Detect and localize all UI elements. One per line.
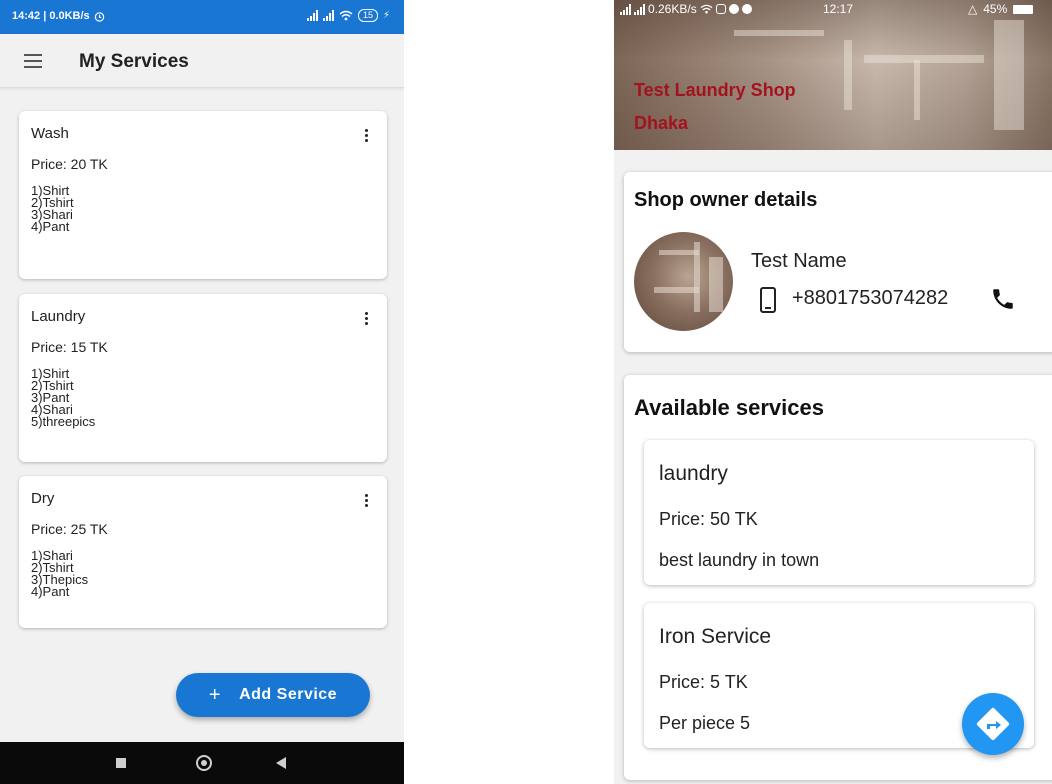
list-item: 1)Shirt xyxy=(31,183,70,198)
battery-icon xyxy=(1013,4,1034,14)
status-time: 12:17 xyxy=(823,2,854,16)
instagram-icon xyxy=(715,4,726,14)
directions-button[interactable] xyxy=(962,693,1024,755)
list-item: 3)Pant xyxy=(31,390,70,405)
status-left: 0.26KB/s xyxy=(620,2,752,16)
service-description: best laundry in town xyxy=(659,550,820,570)
more-options-icon[interactable] xyxy=(365,129,369,144)
signal-icon xyxy=(634,3,645,15)
menu-icon[interactable] xyxy=(24,54,42,68)
battery-icon: 15 xyxy=(357,9,378,22)
right-phone-screen: 0.26KB/s 12:17 △ 45% Test Laundry Shop D… xyxy=(614,0,1052,784)
messenger-icon xyxy=(728,4,739,14)
add-service-label: Add Service xyxy=(239,686,338,703)
home-icon[interactable] xyxy=(196,755,212,771)
mobile-phone-icon xyxy=(760,287,776,313)
network-speed: 0.26KB/s xyxy=(648,2,697,16)
service-card[interactable]: Dry Price: 25 TK 1)Shari 2)Tshirt 3)Thep… xyxy=(19,476,387,628)
signal-icon xyxy=(322,10,334,21)
recent-apps-icon[interactable] xyxy=(116,758,126,768)
alarm-icon: △ xyxy=(968,2,978,16)
available-services-heading: Available services xyxy=(634,395,824,420)
status-bar: 14:42 | 0.0KB/s 15 ⚡ xyxy=(0,0,404,34)
directions-icon xyxy=(976,707,1010,741)
signal-icon xyxy=(620,3,631,15)
service-item-list: 1)Shirt 2)Tshirt 3)Shari 4)Pant xyxy=(31,183,375,234)
owner-details-heading: Shop owner details xyxy=(634,189,818,211)
charging-icon: ⚡ xyxy=(382,10,390,21)
navigation-bar xyxy=(0,742,404,784)
list-item: 2)Tshirt xyxy=(31,195,74,210)
service-name: Iron Service xyxy=(659,625,772,648)
avatar xyxy=(634,232,733,331)
service-price: Price: 15 TK xyxy=(31,339,108,355)
owner-phone: +8801753074282 xyxy=(792,287,949,309)
service-card[interactable]: Wash Price: 20 TK 1)Shirt 2)Tshirt 3)Sha… xyxy=(19,111,387,279)
status-right: △ 45% xyxy=(968,2,1034,16)
more-options-icon[interactable] xyxy=(365,494,369,509)
service-card[interactable]: Laundry Price: 15 TK 1)Shirt 2)Tshirt 3)… xyxy=(19,294,387,462)
list-item: 1)Shirt xyxy=(31,366,70,381)
service-name: Dry xyxy=(31,490,55,507)
chat-icon xyxy=(741,4,752,14)
list-item: 3)Thepics xyxy=(31,572,89,587)
list-item: 1)Shari xyxy=(31,548,73,563)
service-description: Per piece 5 xyxy=(659,713,751,733)
service-item-list: 1)Shirt 2)Tshirt 3)Pant 4)Shari 5)threep… xyxy=(31,366,375,429)
alarm-icon xyxy=(94,11,104,22)
owner-name: Test Name xyxy=(751,250,847,272)
list-item: 2)Tshirt xyxy=(31,378,74,393)
status-left: 14:42 | 0.0KB/s xyxy=(12,10,105,22)
service-name: Laundry xyxy=(31,308,86,325)
service-price: Price: 20 TK xyxy=(31,156,108,172)
service-price: Price: 50 TK xyxy=(659,509,758,529)
service-card[interactable]: laundry Price: 50 TK best laundry in tow… xyxy=(644,440,1034,585)
left-phone-screen: 14:42 | 0.0KB/s 15 ⚡ My Services Wash Pr… xyxy=(0,0,404,784)
app-bar: My Services xyxy=(0,34,404,88)
status-right: 15 ⚡ xyxy=(306,9,390,22)
back-icon[interactable] xyxy=(276,757,286,769)
page-title: My Services xyxy=(79,51,189,72)
service-price: Price: 5 TK xyxy=(659,672,748,692)
status-time-speed: 14:42 | 0.0KB/s xyxy=(12,10,90,22)
owner-details-card: Shop owner details Test Name +8801753074… xyxy=(624,172,1052,352)
battery-percent: 45% xyxy=(983,2,1008,16)
list-item: 4)Pant xyxy=(31,584,70,599)
wifi-icon xyxy=(339,10,353,21)
service-item-list: 1)Shari 2)Tshirt 3)Thepics 4)Pant xyxy=(31,548,375,599)
service-price: Price: 25 TK xyxy=(31,521,108,537)
list-item: 4)Pant xyxy=(31,219,70,234)
status-bar: 0.26KB/s 12:17 △ 45% xyxy=(614,0,1052,18)
wifi-icon xyxy=(700,4,713,14)
list-item: 3)Shari xyxy=(31,207,73,222)
shop-name: Test Laundry Shop xyxy=(634,80,796,100)
service-name: Wash xyxy=(31,125,69,142)
more-options-icon[interactable] xyxy=(365,312,369,327)
call-icon[interactable] xyxy=(990,286,1016,312)
shop-city: Dhaka xyxy=(634,113,689,133)
add-service-button[interactable]: + Add Service xyxy=(176,673,370,717)
service-name: laundry xyxy=(659,462,728,485)
list-item: 5)threepics xyxy=(31,414,96,429)
signal-icon xyxy=(306,10,318,21)
plus-icon: + xyxy=(208,683,222,706)
